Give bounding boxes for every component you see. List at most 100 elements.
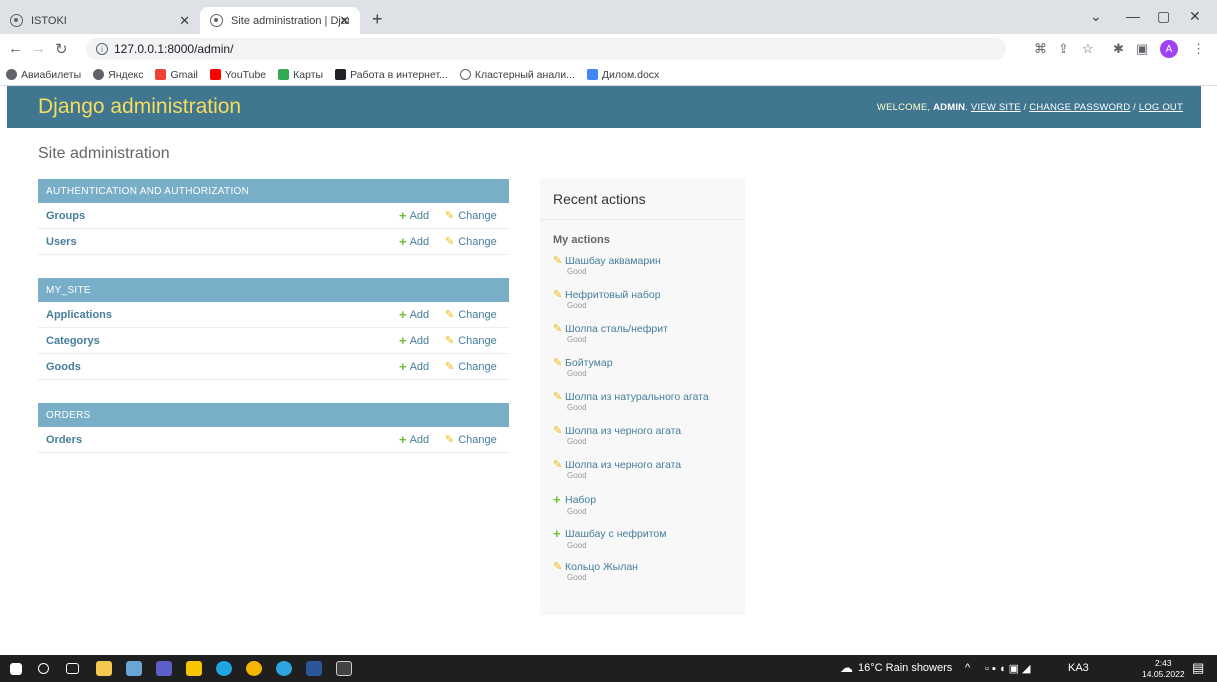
module-caption[interactable]: Authentication and Authorization: [38, 179, 509, 203]
tab-site-administration[interactable]: Site administration | Django site ✕: [200, 7, 360, 34]
tray-icons[interactable]: ▫ ▪ ◖ ▣ ◢: [985, 662, 1031, 675]
plus-icon: +: [399, 333, 407, 348]
add-link[interactable]: + Add: [399, 333, 445, 348]
tab-close-icon[interactable]: ✕: [339, 13, 350, 29]
menu-kebab-icon[interactable]: ⋮: [1192, 41, 1205, 57]
table-row: Goods + Add ✎ Change: [38, 354, 509, 380]
sticky-notes-icon[interactable]: [186, 661, 202, 676]
task-view-icon[interactable]: [66, 663, 79, 674]
change-link[interactable]: ✎ Change: [445, 334, 501, 348]
recent-action-link[interactable]: Набор: [565, 494, 596, 506]
add-link[interactable]: + Add: [399, 307, 445, 322]
tab-search-icon[interactable]: ⌄: [1090, 8, 1102, 25]
add-link[interactable]: + Add: [399, 432, 445, 447]
reload-icon[interactable]: ↻: [55, 40, 68, 58]
info-icon[interactable]: i: [96, 43, 108, 55]
recent-action-link[interactable]: Шолпа сталь/нефрит: [565, 323, 668, 335]
weather-text[interactable]: 16°C Rain showers: [858, 662, 952, 674]
gmail-icon: [155, 69, 167, 80]
table-row: Orders + Add ✎ Change: [38, 427, 509, 453]
add-link[interactable]: + Add: [399, 208, 445, 223]
change-link[interactable]: ✎ Change: [445, 433, 501, 447]
model-link-applications[interactable]: Applications: [46, 309, 399, 321]
bookmark-item[interactable]: YouTube: [209, 69, 266, 81]
change-password-link[interactable]: Change password: [1029, 102, 1130, 113]
model-link-orders[interactable]: Orders: [46, 434, 399, 446]
bookmark-item[interactable]: Яндекс: [93, 69, 143, 81]
module-auth: Authentication and Authorization Groups …: [38, 179, 509, 255]
bookmark-item[interactable]: Дилом.docx: [586, 69, 659, 81]
bookmark-item[interactable]: Карты: [278, 69, 323, 81]
teams-icon[interactable]: [156, 661, 172, 676]
view-site-link[interactable]: View site: [971, 102, 1021, 113]
terminal-icon[interactable]: [336, 661, 352, 676]
telegram-icon[interactable]: [276, 661, 292, 676]
translate-icon[interactable]: ⌘: [1034, 41, 1047, 57]
maximize-icon[interactable]: ▢: [1157, 8, 1170, 25]
module-caption[interactable]: My_site: [38, 278, 509, 302]
bookmark-star-icon[interactable]: ☆: [1082, 41, 1094, 57]
edge-icon[interactable]: [216, 661, 232, 676]
close-window-icon[interactable]: ✕: [1189, 8, 1201, 25]
content-type: Good: [567, 507, 587, 516]
search-icon[interactable]: [38, 663, 49, 674]
change-link[interactable]: ✎ Change: [445, 308, 501, 322]
url-bar[interactable]: i 127.0.0.1:8000/admin/: [86, 38, 1006, 60]
profile-avatar[interactable]: A: [1160, 40, 1178, 58]
recent-action-link[interactable]: Бойтумар: [565, 357, 613, 369]
add-link[interactable]: + Add: [399, 359, 445, 374]
site-brand[interactable]: Django administration: [38, 95, 241, 119]
app-icon[interactable]: [126, 661, 142, 676]
list-item: ✎ Шолпа из черного агата Good: [540, 458, 745, 492]
tab-istoki[interactable]: ISTOKI ✕: [0, 7, 200, 34]
add-label: Add: [409, 308, 430, 321]
model-link-groups[interactable]: Groups: [46, 210, 399, 222]
new-tab-button[interactable]: +: [372, 9, 383, 30]
chrome-icon[interactable]: [246, 661, 262, 676]
pencil-icon: ✎: [553, 391, 563, 403]
my-actions-title: My actions: [553, 234, 610, 246]
file-explorer-icon[interactable]: [96, 661, 112, 676]
recent-action-link[interactable]: Шолпа из черного агата: [565, 425, 681, 437]
bookmark-item[interactable]: Авиабилеты: [6, 69, 81, 81]
model-link-categorys[interactable]: Categorys: [46, 335, 399, 347]
sidepanel-icon[interactable]: ▣: [1136, 41, 1148, 57]
pencil-icon: ✎: [445, 309, 455, 321]
tray-chevron-icon[interactable]: ^: [965, 662, 970, 674]
module-caption[interactable]: Orders: [38, 403, 509, 427]
windows-start-icon[interactable]: [10, 663, 22, 675]
change-link[interactable]: ✎ Change: [445, 209, 501, 223]
model-link-goods[interactable]: Goods: [46, 361, 399, 373]
recent-action-link[interactable]: Шолпа из натурального агата: [565, 391, 709, 403]
bookmark-item[interactable]: Работа в интернет...: [335, 69, 448, 81]
add-link[interactable]: + Add: [399, 234, 445, 249]
change-label: Change: [458, 235, 497, 248]
bookmark-item[interactable]: Кластерный анали...: [459, 68, 575, 81]
recent-action-link[interactable]: Кольцо Жылан: [565, 561, 638, 573]
back-icon[interactable]: ←: [8, 40, 23, 57]
extensions-icon[interactable]: ✱: [1113, 41, 1124, 57]
model-link-users[interactable]: Users: [46, 236, 399, 248]
language-indicator[interactable]: KA3: [1068, 662, 1089, 674]
bookmark-label: Кластерный анали...: [474, 68, 575, 81]
tab-close-icon[interactable]: ✕: [179, 13, 190, 29]
recent-action-link[interactable]: Шашбау аквамарин: [565, 255, 661, 267]
globe-icon: [210, 14, 223, 27]
bookmark-item[interactable]: Gmail: [155, 69, 198, 81]
forward-icon[interactable]: →: [31, 40, 46, 57]
word-icon[interactable]: [306, 661, 322, 676]
change-link[interactable]: ✎ Change: [445, 360, 501, 374]
clock[interactable]: 2:43 14.05.2022: [1142, 658, 1185, 680]
share-icon[interactable]: ⇪: [1058, 41, 1069, 57]
notification-icon[interactable]: ▤: [1192, 660, 1204, 676]
django-header: Django administration Welcome, admin. Vi…: [7, 86, 1201, 128]
separator: /: [1023, 101, 1027, 113]
change-link[interactable]: ✎ Change: [445, 235, 501, 249]
globe-icon: [6, 69, 17, 80]
minimize-icon[interactable]: —: [1126, 8, 1140, 24]
recent-action-link[interactable]: Шашбау с нефритом: [565, 528, 666, 540]
module-my-site: My_site Applications + Add ✎ Change Catego…: [38, 278, 509, 380]
log-out-link[interactable]: Log out: [1139, 102, 1183, 113]
recent-action-link[interactable]: Нефритовый набор: [565, 289, 661, 301]
recent-action-link[interactable]: Шолпа из черного агата: [565, 459, 681, 471]
